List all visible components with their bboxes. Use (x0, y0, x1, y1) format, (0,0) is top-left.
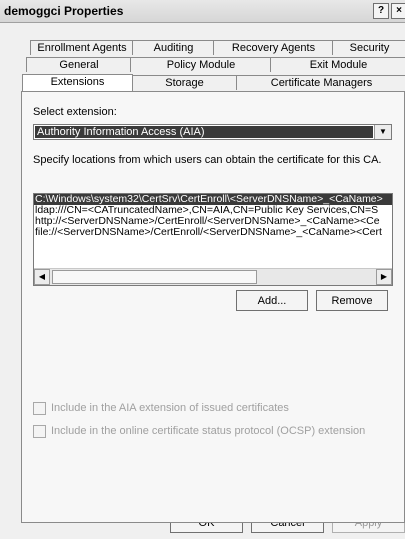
ocsp-checkbox-label: Include in the online certificate status… (51, 425, 366, 437)
tab-exit-module[interactable]: Exit Module (270, 57, 405, 72)
locations-list[interactable]: C:\Windows\system32\CertSrv\CertEnroll\<… (33, 193, 393, 286)
tab-policy-module[interactable]: Policy Module (130, 57, 272, 72)
help-button[interactable]: ? (373, 3, 389, 19)
tab-enrollment-agents[interactable]: Enrollment Agents (30, 40, 134, 55)
horizontal-scrollbar[interactable]: ◀ ▶ (34, 268, 392, 285)
chevron-down-icon[interactable]: ▼ (374, 125, 391, 139)
close-button[interactable]: × (391, 3, 405, 19)
tab-security[interactable]: Security (332, 40, 405, 55)
extension-select[interactable]: Authority Information Access (AIA) ▼ (33, 124, 392, 140)
title-bar[interactable]: demoggci Properties ? × (0, 0, 405, 23)
remove-button[interactable]: Remove (316, 290, 388, 311)
tab-general[interactable]: General (26, 57, 132, 72)
tab-extensions[interactable]: Extensions (22, 74, 133, 91)
tab-recovery-agents[interactable]: Recovery Agents (213, 40, 334, 55)
list-item[interactable]: http://<ServerDNSName>/CertEnroll/<Serve… (34, 216, 392, 227)
list-item[interactable]: C:\Windows\system32\CertSrv\CertEnroll\<… (34, 194, 392, 205)
ocsp-checkbox[interactable] (33, 425, 46, 438)
list-item[interactable]: file://<ServerDNSName>/CertEnroll/<Serve… (34, 227, 392, 238)
tab-storage[interactable]: Storage (131, 75, 238, 90)
window-title: demoggci Properties (4, 4, 124, 18)
aia-checkbox-label: Include in the AIA extension of issued c… (51, 402, 289, 414)
arrow-left-icon[interactable]: ◀ (34, 269, 50, 285)
add-button[interactable]: Add... (236, 290, 308, 311)
locations-label: Specify locations from which users can o… (33, 154, 382, 166)
extension-select-value: Authority Information Access (AIA) (35, 126, 373, 138)
tab-certificate-managers[interactable]: Certificate Managers (236, 75, 405, 90)
scrollbar-thumb[interactable] (52, 270, 257, 284)
select-extension-label: Select extension: (33, 106, 117, 118)
aia-checkbox[interactable] (33, 402, 46, 415)
tab-auditing[interactable]: Auditing (132, 40, 215, 55)
arrow-right-icon[interactable]: ▶ (376, 269, 392, 285)
list-item[interactable]: ldap:///CN=<CATruncatedName>,CN=AIA,CN=P… (34, 205, 392, 216)
